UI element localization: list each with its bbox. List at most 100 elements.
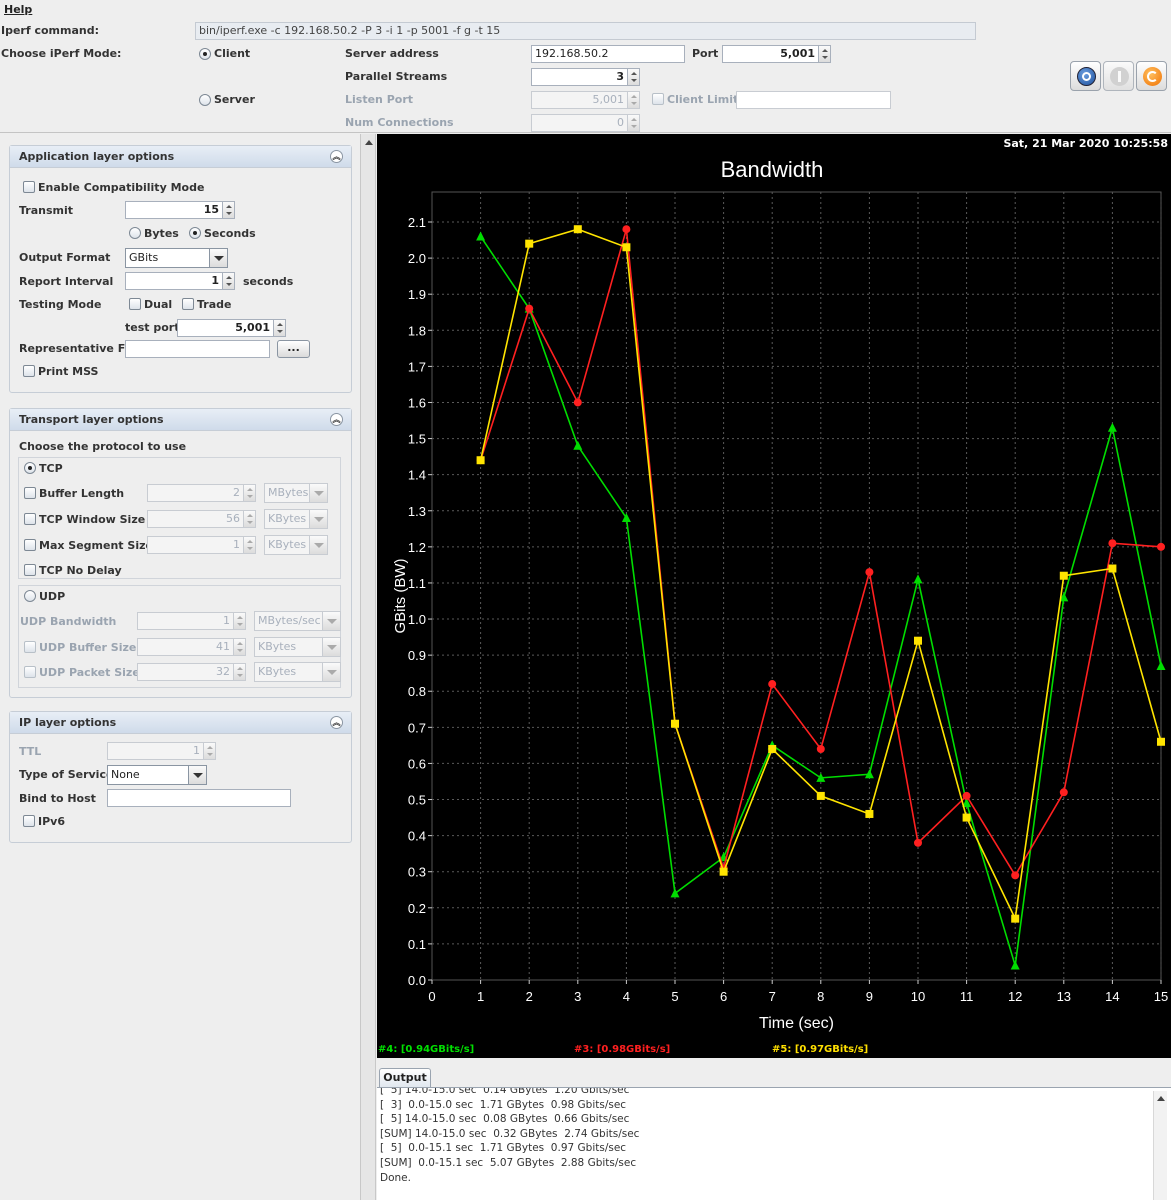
mss-stepper[interactable] [243, 536, 256, 554]
collapse-chevron-icon[interactable]: ︽ [330, 716, 343, 729]
ttl-stepper[interactable] [203, 742, 216, 760]
listen-port-stepper[interactable] [627, 91, 640, 109]
type-of-service-select[interactable]: None [107, 765, 207, 785]
transport-layer-header[interactable]: Transport layer options ︽ [10, 409, 351, 431]
num-connections-stepper[interactable] [627, 114, 640, 132]
tab-output[interactable]: Output [379, 1068, 431, 1088]
tcp-window-checkbox[interactable] [24, 513, 36, 525]
tcp-window-unit-select[interactable]: KBytes [264, 509, 328, 529]
split-pane-divider[interactable] [360, 134, 376, 1200]
application-layer-header[interactable]: Application layer options ︽ [10, 146, 351, 168]
run-iperf-button[interactable] [1070, 61, 1101, 91]
server-radio-label: Server [214, 93, 255, 106]
udp-bandwidth-stepper[interactable] [233, 612, 246, 630]
mss-unit: KBytes [268, 538, 307, 551]
parallel-streams-label: Parallel Streams [345, 70, 448, 83]
report-interval-stepper[interactable] [222, 272, 235, 290]
buffer-length-unit-select[interactable]: MBytes [264, 483, 328, 503]
seconds-radio[interactable] [189, 227, 201, 239]
ipv6-checkbox[interactable] [23, 815, 35, 827]
y-tick-label: 0.3 [408, 865, 426, 880]
ip-layer-header[interactable]: IP layer options ︽ [10, 712, 351, 734]
x-tick-label: 3 [574, 989, 581, 1004]
server-address-input[interactable]: 192.168.50.2 [531, 45, 685, 63]
output-text-area[interactable]: [ 5] 14.0-15.0 sec 0.14 GBytes 1.20 Gbit… [377, 1087, 1171, 1200]
data-point [1157, 737, 1165, 746]
ttl-input[interactable]: 1 [107, 742, 204, 760]
client-limit-checkbox[interactable] [652, 93, 664, 105]
scroll-up-arrow-icon[interactable] [1157, 1096, 1165, 1101]
tcp-window-stepper[interactable] [243, 510, 256, 528]
tcp-window-input[interactable]: 56 [147, 510, 244, 528]
legend-bar: #4: [0.94GBits/s] #3: [0.98GBits/s] #5: … [377, 1044, 1171, 1058]
dual-label: Dual [144, 298, 173, 311]
mss-input[interactable]: 1 [147, 536, 244, 554]
y-tick-label: 0.5 [408, 793, 426, 808]
output-format-select[interactable]: GBits [125, 248, 228, 268]
compat-mode-checkbox[interactable] [23, 181, 35, 193]
buffer-length-label: Buffer Length [39, 487, 125, 500]
udp-bandwidth-unit-select[interactable]: MBytes/sec [254, 611, 341, 631]
port-stepper[interactable] [818, 45, 831, 63]
reset-graph-button[interactable] [1136, 61, 1167, 91]
udp-radio[interactable] [24, 590, 36, 602]
series-line [479, 235, 1162, 966]
data-point [573, 398, 582, 407]
y-tick-label: 1.6 [408, 395, 426, 410]
bind-host-input[interactable] [107, 789, 291, 807]
client-limit-input[interactable] [736, 91, 891, 109]
stop-iperf-button[interactable] [1103, 61, 1134, 91]
test-port-stepper[interactable] [273, 319, 286, 337]
scroll-up-arrow-icon[interactable] [365, 140, 373, 145]
transmit-stepper[interactable] [222, 201, 235, 219]
server-radio[interactable] [199, 94, 211, 106]
buffer-length-input[interactable]: 2 [147, 484, 244, 502]
udp-buffer-checkbox[interactable] [24, 641, 36, 653]
num-connections-input[interactable]: 0 [531, 114, 628, 132]
dual-checkbox[interactable] [129, 298, 141, 310]
port-input[interactable]: 5,001 [722, 45, 819, 63]
mss-checkbox[interactable] [24, 539, 36, 551]
data-point [573, 225, 582, 234]
x-tick-label: 15 [1154, 989, 1168, 1004]
tcp-nodelay-checkbox[interactable] [24, 564, 36, 576]
mss-unit-select[interactable]: KBytes [264, 535, 328, 555]
udp-bandwidth-input[interactable]: 1 [137, 612, 234, 630]
udp-packet-unit-select[interactable]: KBytes [254, 662, 341, 682]
udp-packet-input[interactable]: 32 [137, 663, 234, 681]
data-point [573, 440, 583, 450]
print-mss-checkbox[interactable] [23, 365, 35, 377]
udp-buffer-stepper[interactable] [233, 638, 246, 656]
udp-buffer-input[interactable]: 41 [137, 638, 234, 656]
x-tick-label: 2 [526, 989, 533, 1004]
trade-checkbox[interactable] [182, 298, 194, 310]
output-scrollbar[interactable] [1153, 1091, 1167, 1200]
dropdown-arrow-icon [309, 536, 327, 554]
data-point [525, 239, 534, 248]
representative-file-input[interactable] [125, 340, 270, 358]
test-port-input[interactable]: 5,001 [177, 319, 274, 337]
parallel-streams-stepper[interactable] [627, 68, 640, 86]
listen-port-input[interactable]: 5,001 [531, 91, 628, 109]
transmit-input[interactable]: 15 [125, 201, 223, 219]
parallel-streams-input[interactable]: 3 [531, 68, 628, 86]
buffer-length-stepper[interactable] [243, 484, 256, 502]
client-radio[interactable] [199, 48, 211, 60]
udp-packet-stepper[interactable] [233, 663, 246, 681]
udp-packet-checkbox[interactable] [24, 666, 36, 678]
browse-file-button[interactable]: ... [277, 340, 310, 358]
buffer-length-checkbox[interactable] [24, 487, 36, 499]
tcp-radio[interactable] [24, 462, 36, 474]
bytes-radio[interactable] [129, 227, 141, 239]
refresh-icon [1143, 67, 1162, 86]
menu-help[interactable]: Help [4, 3, 32, 16]
testing-mode-label: Testing Mode [19, 298, 102, 311]
collapse-chevron-icon[interactable]: ︽ [330, 413, 343, 426]
y-tick-label: 1.3 [408, 504, 426, 519]
collapse-chevron-icon[interactable]: ︽ [330, 150, 343, 163]
report-interval-input[interactable]: 1 [125, 272, 223, 290]
y-tick-label: 0.4 [408, 829, 426, 844]
legend-item-series-4: #4: [0.94GBits/s] [378, 1044, 475, 1055]
x-tick-label: 0 [428, 989, 435, 1004]
udp-buffer-unit-select[interactable]: KBytes [254, 637, 341, 657]
